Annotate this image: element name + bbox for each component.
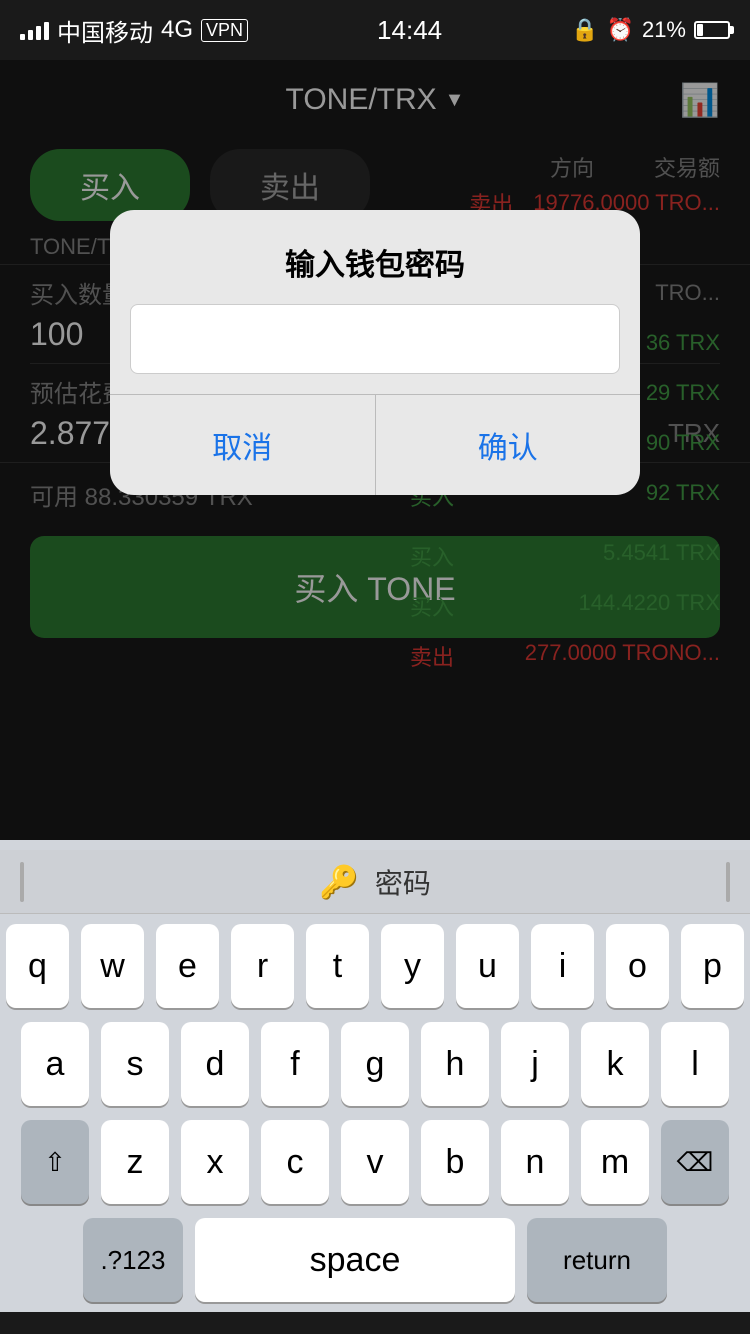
keyboard-toolbar: 🔑 密码: [0, 850, 750, 914]
key-g[interactable]: g: [341, 1022, 409, 1106]
keyboard-rows: q w e r t y u i o p a s d f g h j k l ⇧ …: [0, 914, 750, 1312]
key-d[interactable]: d: [181, 1022, 249, 1106]
key-y[interactable]: y: [381, 924, 444, 1008]
key-o[interactable]: o: [606, 924, 669, 1008]
keyboard-row-3: ⇧ z x c v b n m ⌫: [6, 1120, 744, 1204]
key-icon: 🔑: [319, 863, 359, 901]
keyboard-area: 🔑 密码 q w e r t y u i o p a s d f g h j k…: [0, 840, 750, 1312]
shift-key[interactable]: ⇧: [21, 1120, 89, 1204]
key-m[interactable]: m: [581, 1120, 649, 1204]
dialog-overlay: 输入钱包密码 取消 确认: [0, 60, 750, 840]
key-j[interactable]: j: [501, 1022, 569, 1106]
key-e[interactable]: e: [156, 924, 219, 1008]
vpn-label: VPN: [201, 19, 248, 42]
space-key[interactable]: space: [195, 1218, 515, 1302]
keyboard-row-1: q w e r t y u i o p: [6, 924, 744, 1008]
password-input-wrap[interactable]: [130, 304, 620, 374]
battery-icon: [694, 21, 730, 39]
key-u[interactable]: u: [456, 924, 519, 1008]
wallet-password-dialog: 输入钱包密码 取消 确认: [110, 210, 640, 495]
key-f[interactable]: f: [261, 1022, 329, 1106]
key-b[interactable]: b: [421, 1120, 489, 1204]
key-w[interactable]: w: [81, 924, 144, 1008]
key-p[interactable]: p: [681, 924, 744, 1008]
key-h[interactable]: h: [421, 1022, 489, 1106]
cancel-button[interactable]: 取消: [110, 395, 376, 495]
trading-area: TONE/TRX ▼ 📊 买入 卖出 方向 交易额 卖出 19776.0000 …: [0, 60, 750, 840]
keyboard-row-2: a s d f g h j k l: [6, 1022, 744, 1106]
key-z[interactable]: z: [101, 1120, 169, 1204]
key-x[interactable]: x: [181, 1120, 249, 1204]
key-l[interactable]: l: [661, 1022, 729, 1106]
status-time: 14:44: [377, 15, 442, 46]
toolbar-left-handle: [20, 862, 24, 902]
network-label: 4G: [161, 16, 193, 44]
toolbar-right-handle: [726, 862, 730, 902]
status-right: 🔒 ⏰ 21%: [571, 17, 730, 43]
key-c[interactable]: c: [261, 1120, 329, 1204]
key-i[interactable]: i: [531, 924, 594, 1008]
lock-icon: 🔒: [571, 17, 598, 43]
return-key[interactable]: return: [527, 1218, 667, 1302]
key-q[interactable]: q: [6, 924, 69, 1008]
status-bar: 中国移动 4G VPN 14:44 🔒 ⏰ 21%: [0, 0, 750, 60]
key-k[interactable]: k: [581, 1022, 649, 1106]
backspace-key[interactable]: ⌫: [661, 1120, 729, 1204]
keyboard-row-4: .?123 space return: [6, 1218, 744, 1302]
battery-percent: 21%: [642, 17, 686, 43]
confirm-button[interactable]: 确认: [376, 395, 641, 495]
key-t[interactable]: t: [306, 924, 369, 1008]
alarm-icon: ⏰: [607, 17, 634, 43]
dialog-actions: 取消 确认: [110, 394, 640, 495]
key-r[interactable]: r: [231, 924, 294, 1008]
dialog-title: 输入钱包密码: [110, 210, 640, 304]
key-s[interactable]: s: [101, 1022, 169, 1106]
password-input[interactable]: [145, 323, 605, 355]
key-a[interactable]: a: [21, 1022, 89, 1106]
key-n[interactable]: n: [501, 1120, 569, 1204]
signal-icon: [20, 20, 49, 40]
numbers-key[interactable]: .?123: [83, 1218, 183, 1302]
key-v[interactable]: v: [341, 1120, 409, 1204]
carrier-label: 中国移动: [57, 13, 153, 48]
status-left: 中国移动 4G VPN: [20, 13, 248, 48]
toolbar-password-label: 密码: [375, 862, 431, 902]
